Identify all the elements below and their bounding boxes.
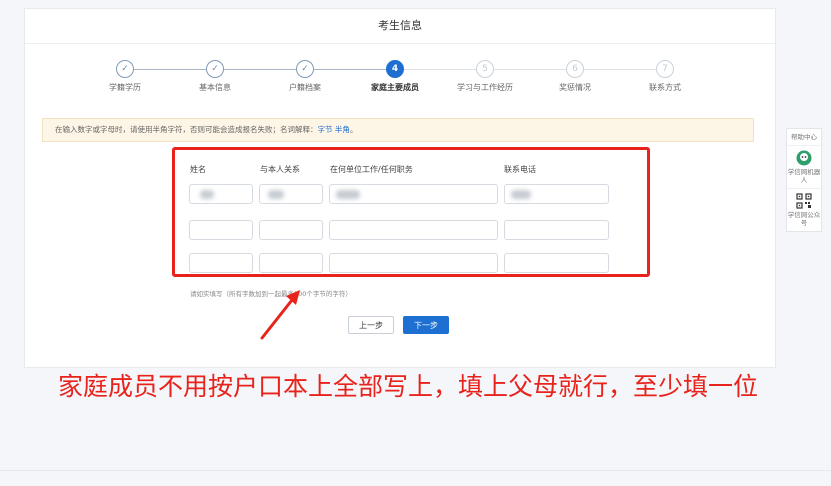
step-4[interactable]: 4 家庭主要成员 bbox=[350, 60, 440, 93]
step-label: 学习与工作经历 bbox=[457, 83, 513, 92]
step-3[interactable]: ✓ 户籍档案 bbox=[260, 60, 350, 93]
link-halfwidth[interactable]: 半角 bbox=[335, 125, 350, 134]
step-number: 4 bbox=[386, 60, 404, 78]
highlight-box bbox=[172, 147, 650, 277]
notice-text: 在输入数字或字母时，请使用半角字符，否则可能会造成报名失败；名词解释： bbox=[55, 125, 318, 134]
progress-stepper: ✓ 学籍学历 ✓ 基本信息 ✓ 户籍档案 4 家庭主要成员 5 学习与工作经历 … bbox=[80, 60, 700, 100]
notice-end: 。 bbox=[349, 125, 358, 134]
link-byte[interactable]: 字节 bbox=[318, 125, 333, 134]
step-1[interactable]: ✓ 学籍学历 bbox=[80, 60, 170, 93]
step-2[interactable]: ✓ 基本信息 bbox=[170, 60, 260, 93]
robot-button[interactable]: 学信网机器人 bbox=[787, 145, 821, 188]
page-title: 考生信息 bbox=[378, 19, 422, 32]
step-number: 7 bbox=[656, 60, 674, 78]
check-icon: ✓ bbox=[296, 60, 314, 78]
wechat-button[interactable]: 学信网公众号 bbox=[787, 188, 821, 231]
arrow-icon bbox=[260, 290, 300, 340]
qrcode-icon bbox=[796, 193, 812, 209]
prev-button[interactable]: 上一步 bbox=[348, 316, 394, 334]
bottom-divider bbox=[0, 470, 831, 471]
check-icon: ✓ bbox=[116, 60, 134, 78]
check-icon: ✓ bbox=[206, 60, 224, 78]
title-divider bbox=[25, 43, 775, 44]
robot-icon bbox=[796, 150, 812, 166]
step-label: 户籍档案 bbox=[289, 83, 321, 92]
step-number: 5 bbox=[476, 60, 494, 78]
notice-banner: 在输入数字或字母时，请使用半角字符，否则可能会造成报名失败；名词解释：字节 半角… bbox=[42, 118, 754, 142]
help-center-button[interactable]: 帮助中心 bbox=[787, 129, 821, 145]
step-5: 5 学习与工作经历 bbox=[440, 60, 530, 93]
annotation-text: 家庭成员不用按户口本上全部写上，填上父母就行，至少填一位 bbox=[58, 372, 759, 401]
help-center-label: 帮助中心 bbox=[791, 133, 817, 141]
step-label: 学籍学历 bbox=[109, 83, 141, 92]
robot-label: 学信网机器人 bbox=[787, 168, 821, 184]
step-label: 基本信息 bbox=[199, 83, 231, 92]
wechat-label: 学信网公众号 bbox=[787, 211, 821, 227]
step-label: 家庭主要成员 bbox=[371, 83, 419, 92]
step-label: 奖惩情况 bbox=[559, 83, 591, 92]
step-7: 7 联系方式 bbox=[620, 60, 710, 93]
step-number: 6 bbox=[566, 60, 584, 78]
next-button[interactable]: 下一步 bbox=[403, 316, 449, 334]
side-toolbar: 帮助中心 学信网机器人 学信网公众号 bbox=[786, 128, 822, 232]
step-label: 联系方式 bbox=[649, 83, 681, 92]
step-6: 6 奖惩情况 bbox=[530, 60, 620, 93]
